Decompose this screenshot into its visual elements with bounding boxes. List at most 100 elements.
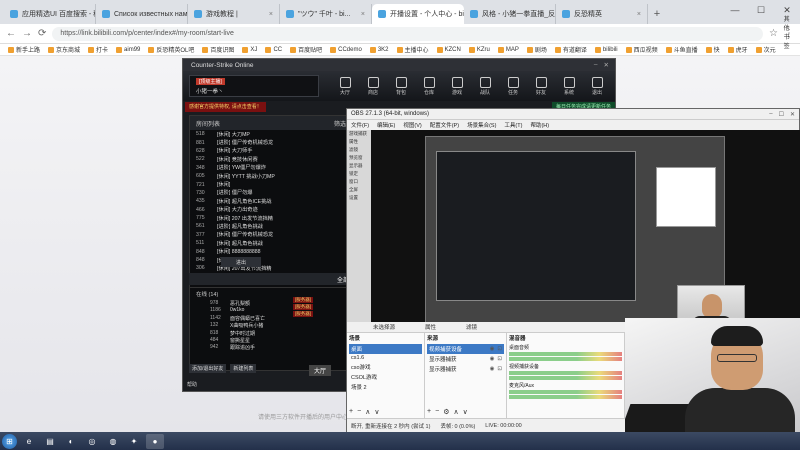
reload-icon[interactable]: ⟳ (38, 28, 46, 39)
close-icon[interactable]: × (361, 11, 365, 18)
help-link[interactable]: 帮助 (187, 381, 197, 388)
bookmark-item[interactable]: 虎牙 (727, 45, 748, 54)
down-icon[interactable]: ∨ (374, 408, 379, 416)
bookmark-item[interactable]: 西瓜视频 (625, 45, 658, 54)
friend-action-button[interactable]: 新建列表 (230, 363, 257, 373)
room-row[interactable]: 721 [休闲] (190, 180, 352, 189)
bookmark-item[interactable]: KZru (468, 46, 490, 53)
cso-nav-item[interactable]: 游戏 (445, 76, 469, 96)
scene-item[interactable]: cso游戏 (349, 362, 422, 372)
remove-icon[interactable]: − (357, 408, 361, 416)
maximize-icon[interactable]: ☐ (779, 111, 784, 118)
bookmark-item[interactable]: 斗鱼直播 (665, 45, 698, 54)
obs-left-item[interactable]: 属性 (347, 138, 371, 146)
url-input[interactable]: https://link.bilibili.com/p/center/index… (52, 26, 764, 41)
online-row[interactable]: 818 梦中时过期 (190, 330, 352, 337)
bookmark-item[interactable]: 新手上路 (8, 45, 40, 54)
room-row[interactable]: 628 [休闲] 大刀师手 (190, 147, 352, 155)
room-row[interactable]: 522 [休闲] 竞技休闲赛 (190, 155, 352, 163)
bookmark-item[interactable]: KZCN (436, 46, 461, 53)
counter-strike-icon[interactable]: ✦ (125, 434, 143, 449)
new-tab-icon[interactable]: + (648, 4, 666, 24)
online-row[interactable]: 484 窗撕星星 (190, 337, 352, 344)
obs-left-item[interactable]: 显示器 (347, 162, 371, 170)
minimize-icon[interactable]: – (769, 111, 772, 118)
bookmark-item[interactable]: 主播中心 (396, 45, 429, 54)
browser-tab[interactable]: 风格 - 小猪一拳直播_反恐精英× (464, 4, 556, 24)
start-button[interactable]: ⊞ (2, 433, 17, 449)
minimize-icon[interactable]: — (722, 0, 748, 20)
add-icon[interactable]: + (349, 408, 353, 416)
room-row[interactable]: 511 [休闲] 超凡角色挑战 (190, 239, 352, 247)
room-row[interactable]: 466 [休闲] 大力出奇迹 (190, 206, 352, 214)
bookmark-item[interactable]: 打卡 (88, 45, 108, 54)
bookmark-item[interactable]: aim99 (116, 46, 140, 53)
down-icon[interactable]: ∨ (463, 408, 468, 416)
room-row[interactable]: 435 [休闲] 超凡角色ICE挑战 (190, 197, 352, 205)
steam-icon[interactable]: ◎ (83, 434, 101, 449)
browser-tab[interactable]: 反恐精英 × (556, 4, 648, 24)
file-explorer-icon[interactable]: ▤ (41, 434, 59, 449)
obs-left-item[interactable]: 设置 (347, 194, 371, 202)
scene-item[interactable]: cs1.6 (349, 354, 422, 362)
filters-button[interactable]: 滤镜 (466, 323, 477, 331)
bookmark-item[interactable]: 京东商城 (48, 45, 80, 54)
add-icon[interactable]: + (427, 408, 431, 416)
enter-button[interactable]: 进出 (221, 257, 261, 267)
bookmark-item[interactable]: 快 (705, 45, 720, 54)
source-item[interactable]: 显示器捕获 ◉ ⊡ (427, 354, 504, 364)
bookmark-item[interactable]: 有道翻译 (554, 45, 587, 54)
lock-icon[interactable]: ⊡ (497, 366, 502, 372)
maximize-icon[interactable]: ☐ (748, 0, 774, 20)
bookmark-item[interactable]: 百度识图 (202, 45, 234, 54)
bookmark-item[interactable]: bilibili (594, 46, 618, 53)
back-icon[interactable]: ← (6, 28, 16, 39)
obs-left-item[interactable]: 游戏捕获 (347, 130, 371, 138)
volume-slider[interactable] (509, 357, 622, 361)
online-row[interactable]: 978 恶孔梨额 (190, 300, 352, 307)
close-icon[interactable]: × (269, 11, 273, 18)
browser-tab[interactable]: Список известных нам карт× (96, 4, 188, 24)
volume-slider[interactable] (509, 376, 622, 380)
lock-icon[interactable]: ⊡ (497, 356, 502, 362)
cso-nav-item[interactable]: 背包 (389, 76, 413, 96)
obs-left-item[interactable]: 预览窗 (347, 154, 371, 162)
room-row[interactable]: 518 [休闲] 大刀MP (190, 130, 352, 138)
room-row[interactable]: 377 [休闲] 僵尸传奇机械恐龙 (190, 231, 352, 239)
online-row[interactable]: 132 X曲吸鸭兵小猪 (190, 322, 352, 329)
room-row[interactable]: 348 [进阶] YW僵尸勿爆炸 (190, 164, 352, 172)
room-row[interactable]: 775 [休闲] 207 出发节流挡精 (190, 214, 352, 222)
up-icon[interactable]: ∧ (453, 408, 458, 416)
obs-icon[interactable]: ● (146, 433, 164, 449)
cso-nav-item[interactable]: 战队 (473, 76, 497, 96)
close-icon[interactable]: × (637, 11, 641, 18)
room-row[interactable]: 730 [进阶] 僵尸勿爆 (190, 189, 352, 197)
eye-icon[interactable]: ◉ (490, 346, 495, 352)
obs-left-item[interactable]: 滤镜 (347, 146, 371, 154)
close-icon[interactable]: ✕ (790, 111, 795, 118)
bookmark-item[interactable]: XJ (242, 46, 257, 53)
filter-button[interactable]: 筛选 (334, 119, 346, 128)
bookmark-item[interactable]: CCdemo (330, 46, 362, 53)
lock-icon[interactable]: ⊡ (497, 346, 502, 352)
cso-nav-item[interactable]: 任务 (501, 76, 525, 96)
room-row[interactable]: 848[休闲] AWP小刀 (190, 256, 352, 264)
bookmark-item[interactable]: MAP (497, 46, 519, 53)
obs-menu-item[interactable]: 配置文件(P) (430, 121, 459, 129)
star-icon[interactable]: ☆ (769, 28, 778, 39)
bookmark-item[interactable]: 百度贴吧 (290, 45, 322, 54)
bookmark-item[interactable]: 次元 (755, 45, 776, 54)
friend-action-button[interactable]: 添加/退出好友 (189, 363, 227, 373)
obs-left-item[interactable]: 全屏 (347, 186, 371, 194)
browser-tab[interactable]: 应用精选UI 百度搜索 - 科技× (4, 4, 96, 24)
remove-icon[interactable]: − (435, 408, 439, 416)
browser-tab[interactable]: 游戏教程 | × (188, 4, 280, 24)
ie-browser-icon[interactable]: e (20, 434, 38, 449)
forward-icon[interactable]: → (22, 28, 32, 39)
bookmark-item[interactable]: 剧场 (526, 45, 547, 54)
banner-left[interactable]: 感谢官方提供特权, 请点击查看！ (185, 102, 266, 112)
bookmark-item[interactable]: 反恐精英OL吧 (148, 45, 194, 54)
cso-nav-item[interactable]: 仓库 (417, 76, 441, 96)
obs-menu-item[interactable]: 文件(F) (351, 121, 369, 129)
obs-preview[interactable]: 游戏捕获 属性 滤镜 预览窗 显示器 锁定 窗口 全屏 设置 (347, 130, 800, 338)
